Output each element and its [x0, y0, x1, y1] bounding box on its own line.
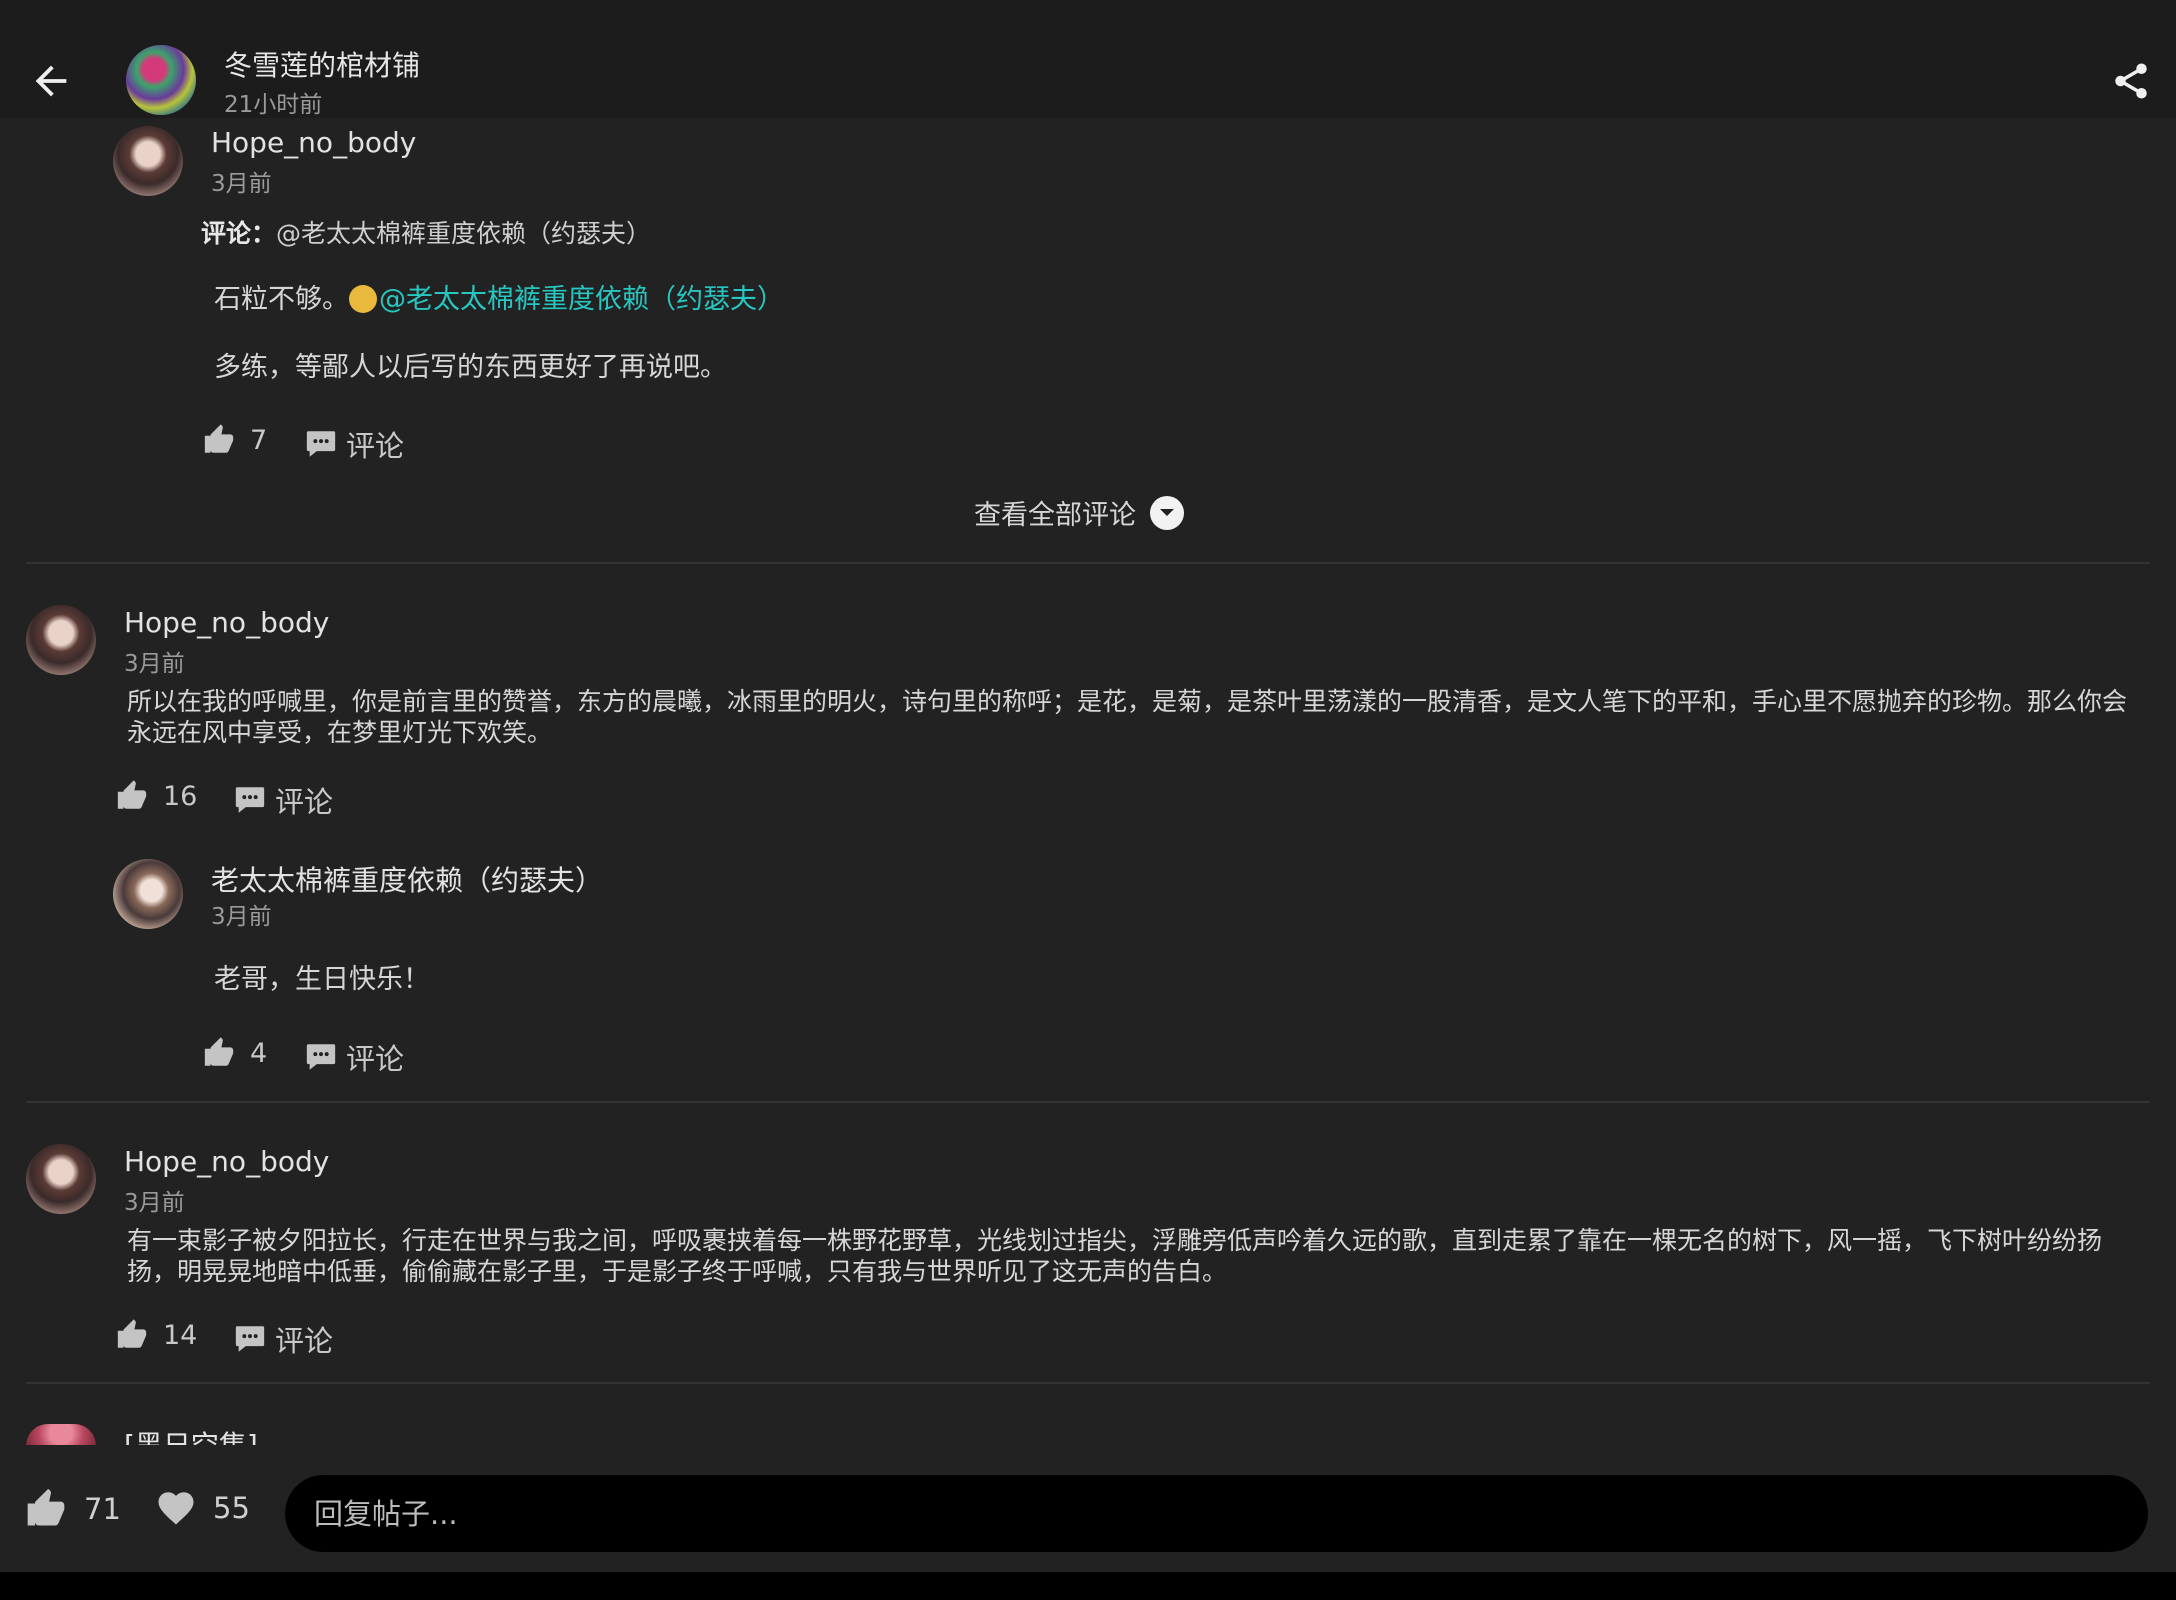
comment-text: 所以在我的呼喊里，你是前言里的赞誉，东方的晨曦，冰雨里的明火，诗句里的称呼；是花… — [127, 687, 2128, 747]
like-button[interactable]: 7 — [202, 423, 267, 457]
reply-input[interactable] — [285, 1475, 2148, 1552]
comment-username[interactable]: Hope_no_body — [211, 126, 416, 159]
comment-label: 评论 — [275, 785, 334, 819]
arrow-left-icon — [35, 65, 67, 97]
like-count: 4 — [250, 1037, 268, 1069]
reply-to-label: 评论：@老太太棉裤重度依赖（约瑟夫） — [201, 214, 651, 250]
favorite-button[interactable]: 55 — [155, 1487, 250, 1529]
thumbs-up-icon — [117, 780, 147, 809]
thumbs-up-icon — [27, 1488, 65, 1526]
divider — [26, 1101, 2150, 1103]
thumbs-up-icon — [117, 1319, 147, 1348]
mention-link[interactable]: @老太太棉裤重度依赖（约瑟夫） — [379, 284, 784, 315]
comment-label: 评论 — [275, 1324, 334, 1358]
reply-target[interactable]: @老太太棉裤重度依赖（约瑟夫） — [276, 219, 651, 248]
comment-bubble-icon — [235, 787, 265, 813]
comment-text-line: 石粒不够。 — [214, 284, 349, 315]
back-button[interactable] — [28, 58, 74, 104]
avatar[interactable] — [113, 859, 183, 929]
app-header: 冬雪莲的棺材铺 21小时前 — [0, 0, 2176, 118]
like-count: 16 — [163, 780, 198, 812]
comment-time: 3月前 — [124, 1190, 185, 1216]
like-count: 7 — [250, 424, 268, 456]
comment-button[interactable]: 评论 — [233, 1318, 333, 1360]
chevron-down-icon — [1150, 495, 1184, 530]
post-like-button[interactable]: 71 — [24, 1487, 121, 1531]
share-icon — [2115, 63, 2147, 99]
share-button[interactable] — [2110, 60, 2152, 102]
comment-username[interactable]: [黑日空集] — [124, 1424, 258, 1446]
comment-bubble-icon — [306, 431, 336, 457]
avatar[interactable] — [26, 1144, 96, 1214]
favorite-count: 55 — [213, 1491, 250, 1525]
view-all-label: 查看全部评论 — [974, 500, 1136, 531]
thumbs-up-icon — [204, 1037, 234, 1066]
post-like-count: 71 — [84, 1492, 121, 1526]
bottom-action-bar: 71 55 — [0, 1445, 2176, 1572]
comment-text: 石粒不够。 @老太太棉裤重度依赖（约瑟夫） — [214, 277, 784, 316]
heart-icon — [158, 1492, 194, 1525]
comment-bubble-icon — [306, 1044, 336, 1070]
comment-username[interactable]: Hope_no_body — [124, 1145, 329, 1178]
avatar[interactable] — [113, 126, 183, 196]
comment-text: 有一束影子被夕阳拉长，行走在世界与我之间，呼吸裹挟着每一株野花野草，光线划过指尖… — [127, 1226, 2103, 1286]
comment-label: 评论 — [346, 429, 405, 463]
comment-username[interactable]: Hope_no_body — [124, 606, 329, 639]
reply-prefix: 评论： — [201, 219, 277, 248]
like-button[interactable]: 16 — [115, 779, 197, 813]
comment-text-line: 多练，等鄙人以后写的东西更好了再说吧。 — [214, 352, 727, 383]
view-all-comments-button[interactable]: 查看全部评论 — [974, 493, 1184, 532]
comment-username[interactable]: 老太太棉裤重度依赖（约瑟夫） — [211, 859, 603, 899]
avatar[interactable] — [26, 605, 96, 675]
like-button[interactable]: 14 — [115, 1318, 197, 1352]
comment-bubble-icon — [235, 1326, 265, 1352]
post-time: 21小时前 — [224, 92, 323, 118]
navigation-bar — [0, 1572, 2176, 1600]
post-author-name[interactable]: 冬雪莲的棺材铺 — [224, 44, 420, 84]
comment-label: 评论 — [346, 1042, 405, 1076]
avatar[interactable] — [26, 1424, 96, 1446]
comment-time: 3月前 — [211, 171, 272, 197]
comment-button[interactable]: 评论 — [233, 779, 333, 821]
comment-time: 3月前 — [211, 904, 272, 930]
like-button[interactable]: 4 — [202, 1036, 267, 1070]
thumbs-up-icon — [204, 424, 234, 453]
comment-button[interactable]: 评论 — [304, 423, 404, 465]
divider — [26, 1382, 2150, 1384]
dizzy-face-emoji-icon — [349, 285, 377, 313]
author-avatar[interactable] — [126, 45, 196, 115]
comment-time: 3月前 — [124, 651, 185, 677]
like-count: 14 — [163, 1319, 198, 1351]
divider — [26, 562, 2150, 564]
comment-button[interactable]: 评论 — [304, 1036, 404, 1078]
comment-text: 老哥，生日快乐！ — [214, 964, 430, 995]
